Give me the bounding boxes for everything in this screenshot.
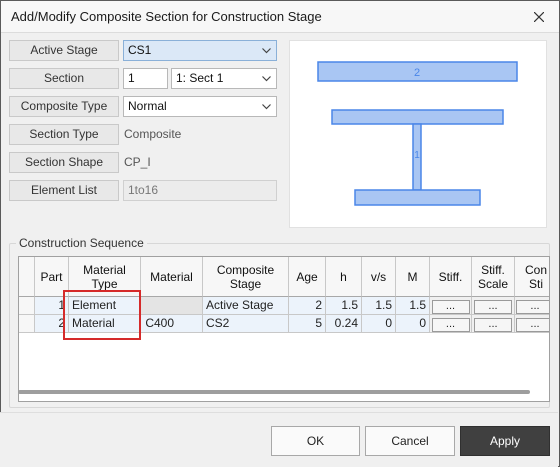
part1-top-flange (331, 109, 504, 125)
row-header[interactable] (19, 297, 35, 315)
row-header-corner (19, 257, 35, 297)
section-type-label: Section Type (9, 124, 119, 145)
con-button-cell: ... (515, 297, 549, 315)
chevron-down-icon (262, 48, 271, 54)
row-header[interactable] (19, 315, 35, 333)
composite-type-select[interactable]: Normal (123, 96, 277, 117)
cell-material (141, 297, 203, 315)
stiff-button-cell: ... (430, 297, 472, 315)
col-header-age[interactable]: Age (289, 257, 326, 297)
close-icon (534, 12, 544, 22)
cancel-button[interactable]: Cancel (365, 426, 455, 456)
stiff-scale-button[interactable]: ... (474, 318, 512, 332)
con-button[interactable]: ... (516, 300, 549, 314)
highlight-box (63, 290, 141, 340)
col-header-material[interactable]: Material (141, 257, 203, 297)
active-stage-select[interactable]: CS1 (123, 40, 277, 61)
col-header-h[interactable]: h (326, 257, 362, 297)
composite-type-label: Composite Type (9, 96, 119, 117)
cell-m[interactable]: 0 (396, 315, 430, 333)
stiff-scale-button[interactable]: ... (474, 300, 512, 314)
construction-sequence-title: Construction Sequence (16, 236, 147, 250)
col-header-stiff-scale[interactable]: Stiff. Scale (472, 257, 515, 297)
composite-type-value: Normal (128, 99, 167, 113)
cell-h[interactable]: 0.24 (326, 315, 362, 333)
window-title: Add/Modify Composite Section for Constru… (11, 9, 322, 24)
cell-h[interactable]: 1.5 (326, 297, 362, 315)
section-number-input[interactable]: 1 (123, 68, 168, 89)
section-label: Section (9, 68, 119, 89)
close-button[interactable] (519, 1, 559, 33)
cell-age[interactable]: 2 (289, 297, 326, 315)
section-preview: 2 1 (289, 40, 547, 228)
col-header-con-sti[interactable]: Con Sti (515, 257, 549, 297)
active-stage-label: Active Stage (9, 40, 119, 61)
col-header-m[interactable]: M (396, 257, 430, 297)
horizontal-scrollbar[interactable] (18, 390, 530, 394)
cell-vs[interactable]: 1.5 (362, 297, 396, 315)
element-list-field: 1to16 (123, 180, 277, 201)
stiff-button[interactable]: ... (431, 300, 470, 314)
part1-bottom-flange (354, 189, 481, 206)
stiff-button-cell: ... (430, 315, 472, 333)
section-select-value: 1: Sect 1 (176, 71, 224, 85)
col-header-composite-stage[interactable]: Composite Stage (203, 257, 289, 297)
section-type-value: Composite (124, 127, 182, 141)
section-shape-value: CP_I (124, 155, 151, 169)
cell-composite-stage[interactable]: Active Stage (203, 297, 289, 315)
ok-button[interactable]: OK (271, 426, 360, 456)
col-header-vs[interactable]: v/s (362, 257, 396, 297)
con-button-cell: ... (515, 315, 549, 333)
stiff-button[interactable]: ... (431, 318, 470, 332)
stiff-scale-button-cell: ... (472, 297, 515, 315)
con-button[interactable]: ... (516, 318, 549, 332)
apply-button[interactable]: Apply (460, 426, 550, 456)
section-select[interactable]: 1: Sect 1 (171, 68, 277, 89)
part2-label: 2 (414, 67, 420, 79)
cell-m[interactable]: 1.5 (396, 297, 430, 315)
section-shape-label: Section Shape (9, 152, 119, 173)
part1-label: 1 (414, 150, 420, 161)
cell-age[interactable]: 5 (289, 315, 326, 333)
cell-composite-stage[interactable]: CS2 (203, 315, 289, 333)
active-stage-value: CS1 (128, 43, 152, 57)
chevron-down-icon (262, 76, 271, 82)
stiff-scale-button-cell: ... (472, 315, 515, 333)
cell-vs[interactable]: 0 (362, 315, 396, 333)
chevron-down-icon (262, 104, 271, 110)
cell-material[interactable]: 3: C400 (141, 315, 203, 333)
title-bar: Add/Modify Composite Section for Constru… (1, 1, 559, 33)
element-list-label: Element List (9, 180, 119, 201)
col-header-stiff[interactable]: Stiff. (430, 257, 472, 297)
